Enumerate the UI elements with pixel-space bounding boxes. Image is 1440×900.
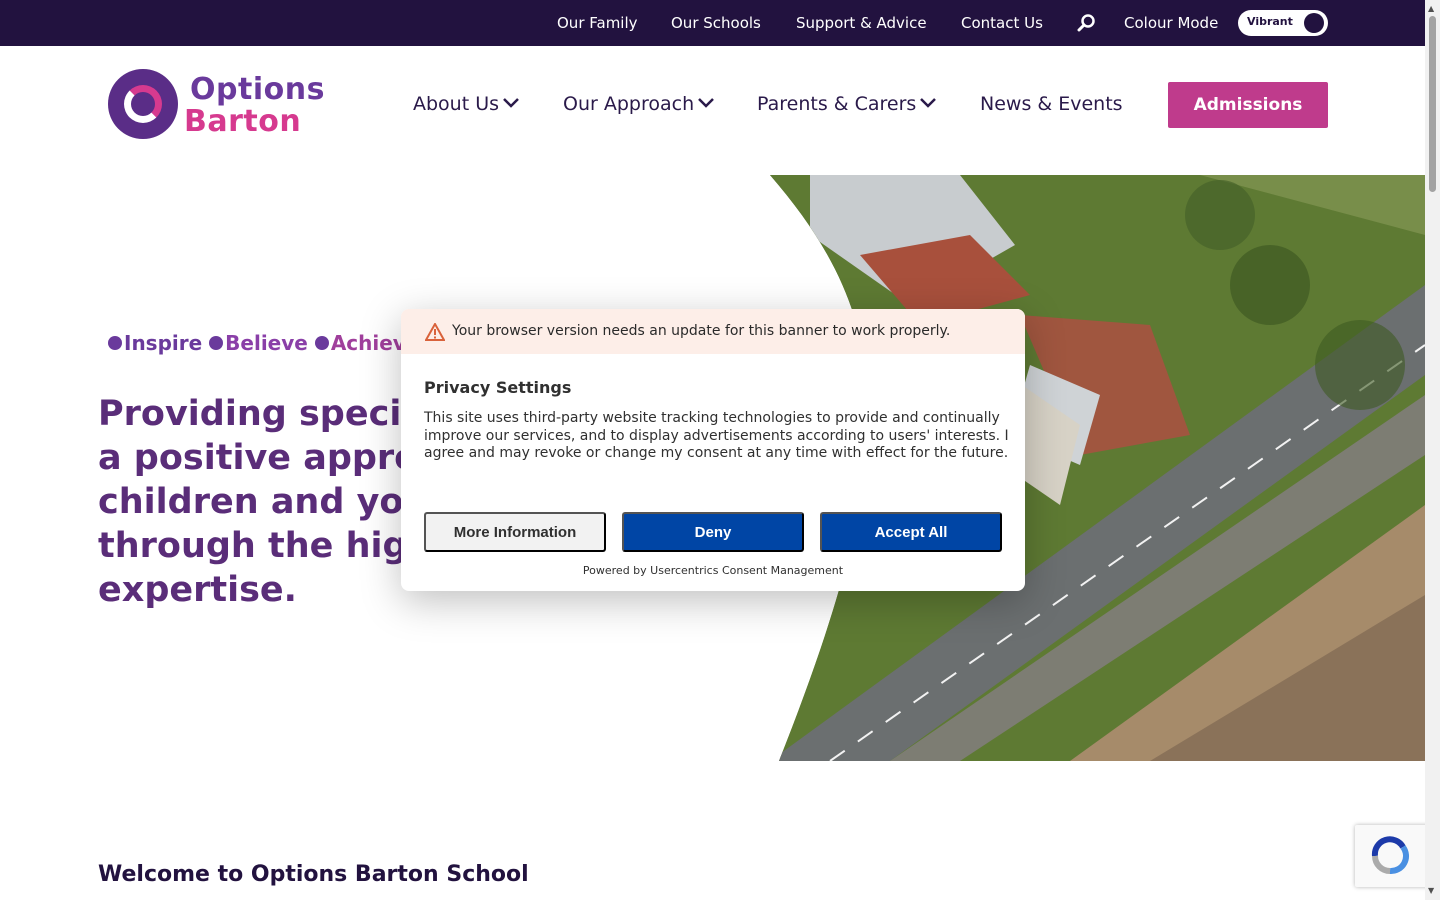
link-contact-us[interactable]: Contact Us <box>961 14 1043 32</box>
recaptcha-badge[interactable] <box>1355 825 1430 887</box>
site-logo[interactable]: Options Barton <box>98 58 334 152</box>
nav-label: Parents & Carers <box>757 93 917 115</box>
deny-button[interactable]: Deny <box>622 512 804 552</box>
search-icon[interactable] <box>1077 13 1097 33</box>
scrollbar-thumb[interactable] <box>1429 16 1436 192</box>
logo-dot-icon <box>108 336 122 350</box>
logo-dot-icon <box>314 336 329 350</box>
utility-bar: Our Family Our Schools Support & Advice … <box>0 0 1425 46</box>
tagline: Inspire Believe Achieve <box>108 331 419 355</box>
toggle-label: Vibrant <box>1247 15 1293 28</box>
recaptcha-icon <box>1371 836 1410 875</box>
chevron-down-icon <box>920 98 937 108</box>
scroll-up-icon[interactable]: ▲ <box>1428 4 1434 13</box>
chevron-down-icon <box>698 98 715 108</box>
browser-warning: Your browser version needs an update for… <box>401 309 1025 354</box>
warning-icon <box>425 323 445 341</box>
nav-about-us[interactable]: About Us <box>413 93 519 115</box>
link-our-schools[interactable]: Our Schools <box>671 14 761 32</box>
consent-title: Privacy Settings <box>424 378 572 397</box>
page-scrollbar[interactable]: ▲ ▼ <box>1425 0 1440 900</box>
accept-all-button[interactable]: Accept All <box>820 512 1002 552</box>
logo-text-options: Options <box>190 72 325 107</box>
tagline-inspire: Inspire <box>124 331 203 355</box>
admissions-button[interactable]: Admissions <box>1168 82 1328 128</box>
nav-label: News & Events <box>980 93 1123 115</box>
nav-our-approach[interactable]: Our Approach <box>563 93 715 115</box>
logo-dot-icon <box>209 336 224 350</box>
link-support-advice[interactable]: Support & Advice <box>796 14 927 32</box>
more-information-button[interactable]: More Information <box>424 512 606 552</box>
toggle-knob <box>1304 13 1324 33</box>
nav-label: Our Approach <box>563 93 695 115</box>
consent-dialog: Your browser version needs an update for… <box>401 309 1025 591</box>
tagline-believe: Believe <box>225 331 308 355</box>
nav-parents-carers[interactable]: Parents & Carers <box>757 93 937 115</box>
scroll-down-icon[interactable]: ▼ <box>1428 886 1434 895</box>
powered-by-text: Powered by Usercentrics Consent Manageme… <box>582 564 844 577</box>
logo-text-barton: Barton <box>184 104 302 139</box>
consent-body: This site uses third-party website track… <box>424 410 1009 461</box>
logo-icon <box>108 69 178 139</box>
link-our-family[interactable]: Our Family <box>557 14 638 32</box>
nav-label: About Us <box>413 93 500 115</box>
colour-mode-label: Colour Mode <box>1124 14 1219 32</box>
chevron-down-icon <box>503 98 519 108</box>
colour-mode-toggle[interactable]: Vibrant <box>1238 10 1328 36</box>
warning-text: Your browser version needs an update for… <box>452 323 951 339</box>
nav-news-events[interactable]: News & Events <box>980 93 1123 115</box>
welcome-heading: Welcome to Options Barton School <box>98 862 529 887</box>
